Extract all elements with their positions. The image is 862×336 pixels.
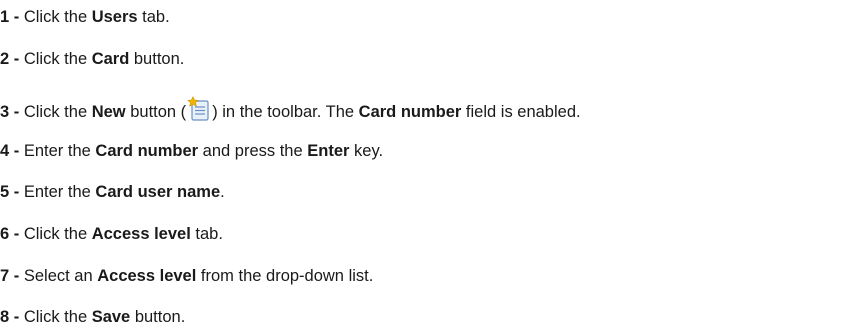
card-number-field-ref: Card number [358, 103, 462, 121]
step-3: 3 - Click the New button ( ) in the tool… [0, 95, 581, 122]
step-number: 3 - [0, 103, 20, 121]
step-6: 6 - Click the Access level tab. [0, 225, 223, 243]
step-number: 6 - [0, 225, 20, 243]
step-number: 7 - [0, 267, 20, 285]
card-button-ref: Card [91, 50, 130, 68]
step-number: 5 - [0, 183, 20, 201]
card-user-name-ref: Card user name [95, 183, 221, 201]
step-7: 7 - Select an Access level from the drop… [0, 267, 374, 285]
save-button-ref: Save [91, 308, 131, 326]
enter-key-ref: Enter [307, 142, 350, 160]
step-8: 8 - Click the Save button. [0, 308, 186, 326]
step-number: 2 - [0, 50, 20, 68]
access-level-tab-ref: Access level [91, 225, 191, 243]
users-tab-ref: Users [91, 8, 138, 26]
new-button-ref: New [91, 103, 126, 121]
instruction-steps: 1 - Click the Users tab. 2 - Click the C… [0, 0, 862, 336]
card-number-ref: Card number [95, 142, 199, 160]
step-2: 2 - Click the Card button. [0, 50, 185, 68]
step-number: 8 - [0, 308, 20, 326]
step-number: 4 - [0, 142, 20, 160]
step-number: 1 - [0, 8, 20, 26]
new-document-icon [187, 95, 211, 122]
step-1: 1 - Click the Users tab. [0, 8, 170, 26]
step-4: 4 - Enter the Card number and press the … [0, 142, 384, 160]
step-5: 5 - Enter the Card user name. [0, 183, 225, 201]
access-level-ref: Access level [97, 267, 197, 285]
